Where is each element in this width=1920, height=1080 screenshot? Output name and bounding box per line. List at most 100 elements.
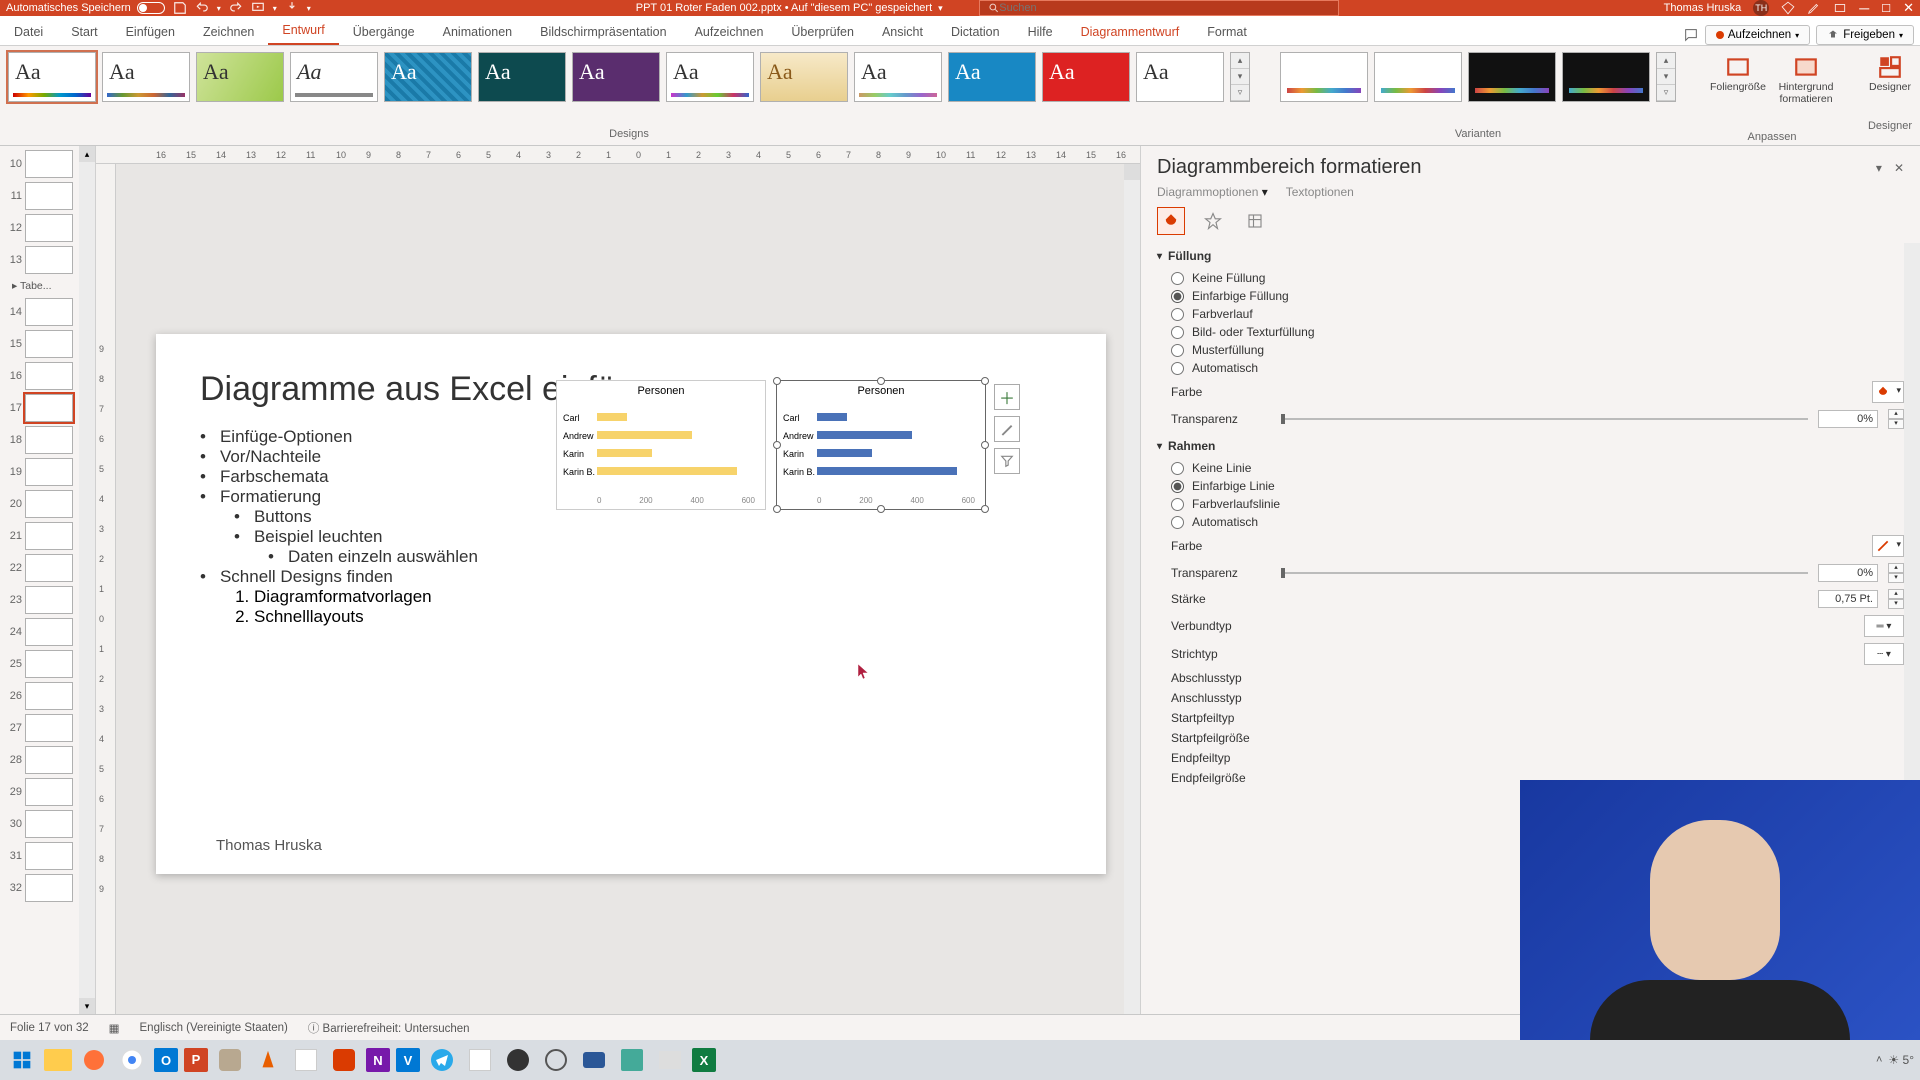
record-button[interactable]: Aufzeichnen▾: [1705, 25, 1810, 45]
line-transparency-slider[interactable]: [1281, 572, 1808, 574]
diamond-icon[interactable]: [1781, 1, 1795, 15]
pane-close-icon[interactable]: ✕: [1894, 161, 1904, 175]
border-section-header[interactable]: Rahmen: [1157, 439, 1904, 453]
border-radio-option[interactable]: Keine Linie: [1171, 461, 1904, 475]
theme-tile[interactable]: Aa: [478, 52, 566, 102]
tab-ueberpruefen[interactable]: Überprüfen: [777, 19, 868, 45]
line-width-value[interactable]: 0,75 Pt.: [1818, 590, 1878, 608]
dash-type-dropdown[interactable]: ┄ ▾: [1864, 643, 1904, 665]
thumbs-scrollbar[interactable]: ▴▾: [79, 146, 95, 1014]
title-dropdown-icon[interactable]: ▾: [938, 3, 943, 14]
line-color-picker[interactable]: [1872, 535, 1904, 557]
variant-tile[interactable]: [1562, 52, 1650, 102]
fill-color-picker[interactable]: [1872, 381, 1904, 403]
chart-styles-button[interactable]: [994, 416, 1020, 442]
tab-animationen[interactable]: Animationen: [429, 19, 527, 45]
slide-thumbnail[interactable]: [25, 746, 73, 774]
slide-thumbnail[interactable]: [25, 618, 73, 646]
border-radio-option[interactable]: Einfarbige Linie: [1171, 479, 1904, 493]
theme-tile[interactable]: Aa: [1042, 52, 1130, 102]
tab-start[interactable]: Start: [57, 19, 111, 45]
language-status[interactable]: Englisch (Vereinigte Staaten): [140, 1022, 288, 1034]
undo-icon[interactable]: [195, 1, 209, 15]
vlc-icon[interactable]: [252, 1044, 284, 1076]
slide-thumbnail[interactable]: [25, 394, 73, 422]
fill-radio-option[interactable]: Bild- oder Texturfüllung: [1171, 325, 1904, 339]
close-button[interactable]: ✕: [1903, 0, 1914, 16]
variant-tile[interactable]: [1374, 52, 1462, 102]
variants-gallery-more[interactable]: ▴▾▿: [1656, 52, 1676, 102]
canvas-scrollbar[interactable]: [1124, 164, 1140, 1014]
ribbon-mode-icon[interactable]: [1833, 1, 1847, 15]
fill-radio-option[interactable]: Musterfüllung: [1171, 343, 1904, 357]
subtab-text-options[interactable]: Textoptionen: [1286, 185, 1354, 199]
slide-thumbnail[interactable]: [25, 842, 73, 870]
slide-thumbnail[interactable]: [25, 874, 73, 902]
variant-tile[interactable]: [1468, 52, 1556, 102]
app-icon-3[interactable]: [328, 1044, 360, 1076]
obs-icon[interactable]: [502, 1044, 534, 1076]
undo-more-icon[interactable]: ▾: [217, 4, 221, 13]
search-input[interactable]: [999, 2, 1329, 14]
maximize-button[interactable]: ☐: [1881, 2, 1891, 15]
tab-format[interactable]: Format: [1193, 19, 1261, 45]
slide-thumbnail[interactable]: [25, 246, 73, 274]
onenote-icon[interactable]: N: [366, 1048, 390, 1072]
slide-thumbnail[interactable]: [25, 362, 73, 390]
tab-dictation[interactable]: Dictation: [937, 19, 1014, 45]
embedded-chart-1[interactable]: Personen Carl Andrew Karin Karin B. 0200…: [556, 380, 766, 510]
theme-tile[interactable]: Aa: [102, 52, 190, 102]
qat-more-icon[interactable]: ▾: [273, 4, 277, 13]
telegram-icon[interactable]: [426, 1044, 458, 1076]
tab-entwurf[interactable]: Entwurf: [268, 17, 338, 45]
format-background-button[interactable]: Hintergrund formatieren: [1774, 52, 1838, 105]
tab-diagrammentwurf[interactable]: Diagrammentwurf: [1067, 19, 1194, 45]
size-tab-icon[interactable]: [1241, 207, 1269, 235]
app-icon-6[interactable]: [578, 1044, 610, 1076]
slide-thumbnail[interactable]: [25, 778, 73, 806]
slide-counter[interactable]: Folie 17 von 32: [10, 1022, 89, 1034]
autosave-toggle[interactable]: Automatisches Speichern: [6, 2, 165, 14]
chart-filter-button[interactable]: [994, 448, 1020, 474]
fill-transparency-value[interactable]: 0%: [1818, 410, 1878, 428]
slide-thumbnail[interactable]: [25, 522, 73, 550]
effects-tab-icon[interactable]: [1199, 207, 1227, 235]
user-avatar[interactable]: TH: [1753, 0, 1769, 16]
start-show-icon[interactable]: [251, 1, 265, 15]
chart-elements-button[interactable]: ＋: [994, 384, 1020, 410]
embedded-chart-2[interactable]: Personen Carl Andrew Karin Karin B. 0200…: [776, 380, 986, 510]
pen-icon[interactable]: [1807, 1, 1821, 15]
fill-section-header[interactable]: Füllung: [1157, 249, 1904, 263]
app-icon-7[interactable]: [616, 1044, 648, 1076]
theme-tile[interactable]: Aa: [948, 52, 1036, 102]
fill-radio-option[interactable]: Automatisch: [1171, 361, 1904, 375]
outlook-icon[interactable]: O: [154, 1048, 178, 1072]
touch-mode-icon[interactable]: [285, 1, 299, 15]
theme-tile[interactable]: Aa: [572, 52, 660, 102]
compound-type-dropdown[interactable]: ═ ▾: [1864, 615, 1904, 637]
designs-gallery-more[interactable]: ▴▾▿: [1230, 52, 1250, 102]
slide-thumbnail[interactable]: [25, 426, 73, 454]
user-name[interactable]: Thomas Hruska: [1664, 2, 1742, 14]
redo-icon[interactable]: [229, 1, 243, 15]
firefox-icon[interactable]: [78, 1044, 110, 1076]
slide-thumbnail[interactable]: [25, 150, 73, 178]
theme-tile[interactable]: Aa: [384, 52, 472, 102]
tab-hilfe[interactable]: Hilfe: [1014, 19, 1067, 45]
slide-thumbnail[interactable]: [25, 810, 73, 838]
tab-aufzeichnen[interactable]: Aufzeichnen: [681, 19, 778, 45]
minimize-button[interactable]: ─: [1859, 0, 1869, 16]
theme-tile[interactable]: Aa: [760, 52, 848, 102]
share-button[interactable]: Freigeben▾: [1816, 25, 1914, 45]
fill-radio-option[interactable]: Einfarbige Füllung: [1171, 289, 1904, 303]
tab-zeichnen[interactable]: Zeichnen: [189, 19, 268, 45]
slide-thumbnail[interactable]: [25, 490, 73, 518]
accessibility-status[interactable]: ⓘ Barrierefreiheit: Untersuchen: [308, 1020, 470, 1036]
slide-thumbnail[interactable]: [25, 650, 73, 678]
slide-thumbnail[interactable]: [25, 182, 73, 210]
save-icon[interactable]: [173, 1, 187, 15]
theme-tile[interactable]: Aa: [8, 52, 96, 102]
app-icon-2[interactable]: [290, 1044, 322, 1076]
section-header[interactable]: ▸ Tabe...: [4, 278, 77, 294]
slide-canvas[interactable]: Diagramme aus Excel einfügen Einfüge-Opt…: [116, 164, 1140, 1014]
